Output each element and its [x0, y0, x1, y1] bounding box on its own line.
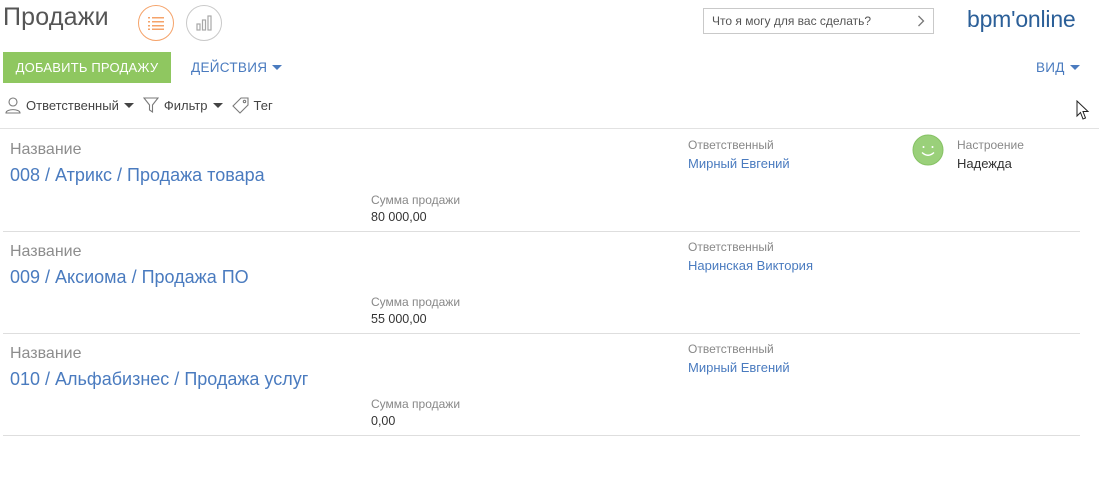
owner-filter-label: Ответственный	[26, 98, 119, 113]
tag-icon	[231, 97, 249, 114]
record-title-link[interactable]: 009 / Аксиома / Продажа ПО	[10, 267, 249, 288]
tag-label: Тег	[253, 98, 273, 113]
search-placeholder: Что я могу для вас сделать?	[712, 14, 872, 28]
record-title-link[interactable]: 008 / Атрикс / Продажа товара	[10, 165, 265, 186]
owner-link[interactable]: Мирный Евгений	[688, 156, 790, 171]
owner-label: Ответственный	[688, 342, 774, 356]
tag-filter[interactable]: Тег	[231, 97, 273, 114]
sum-value: 80 000,00	[371, 210, 427, 224]
sum-label: Сумма продажи	[371, 193, 461, 207]
mood-value: Надежда	[957, 156, 1012, 171]
list-icon	[148, 17, 164, 30]
chart-view-button[interactable]	[186, 5, 222, 41]
add-sale-button[interactable]: ДОБАВИТЬ ПРОДАЖУ	[3, 52, 171, 83]
filter-label: Фильтр	[163, 98, 208, 113]
funnel-icon	[142, 97, 159, 114]
record-caption: Название	[10, 243, 82, 260]
record-caption: Название	[10, 141, 82, 158]
mood-label: Настроение	[957, 138, 1024, 152]
page-title: Продажи	[3, 3, 109, 31]
filter-bar: Ответственный Фильтр Тег	[5, 97, 282, 114]
actions-label: ДЕЙСТВИЯ	[191, 60, 268, 75]
actions-button[interactable]: ДЕЙСТВИЯ	[191, 60, 283, 75]
view-label: ВИД	[1036, 60, 1065, 75]
caret-down-icon	[212, 103, 223, 108]
owner-link[interactable]: Мирный Евгений	[688, 360, 790, 375]
list-item[interactable]: Название 009 / Аксиома / Продажа ПО Сумм…	[3, 231, 1080, 334]
owner-filter[interactable]: Ответственный	[5, 97, 134, 114]
view-menu-button[interactable]: ВИД	[1036, 60, 1080, 75]
search-input[interactable]: Что я могу для вас сделать?	[703, 8, 934, 34]
caret-down-icon	[1069, 65, 1080, 70]
owner-label: Ответственный	[688, 138, 774, 152]
caret-down-icon	[272, 65, 283, 70]
smiley-icon	[912, 134, 944, 166]
mouse-cursor-icon	[1076, 100, 1090, 120]
list-item[interactable]: Название 008 / Атрикс / Продажа товара С…	[3, 129, 1080, 232]
list-view-button[interactable]	[138, 5, 174, 41]
sum-label: Сумма продажи	[371, 397, 461, 411]
bar-chart-icon	[196, 15, 212, 31]
record-title-link[interactable]: 010 / Альфабизнес / Продажа услуг	[10, 369, 308, 390]
owner-link[interactable]: Наринская Виктория	[688, 258, 813, 273]
owner-label: Ответственный	[688, 240, 774, 254]
user-icon	[5, 97, 21, 114]
sum-value: 55 000,00	[371, 312, 427, 326]
sum-value: 0,00	[371, 414, 396, 428]
list-item[interactable]: Название 010 / Альфабизнес / Продажа усл…	[3, 333, 1080, 436]
chevron-right-icon	[918, 15, 925, 27]
filter-dropdown[interactable]: Фильтр	[142, 97, 223, 114]
brand-logo: bpm'online	[967, 6, 1076, 32]
caret-down-icon	[123, 103, 134, 108]
sum-label: Сумма продажи	[371, 295, 461, 309]
record-caption: Название	[10, 345, 82, 362]
